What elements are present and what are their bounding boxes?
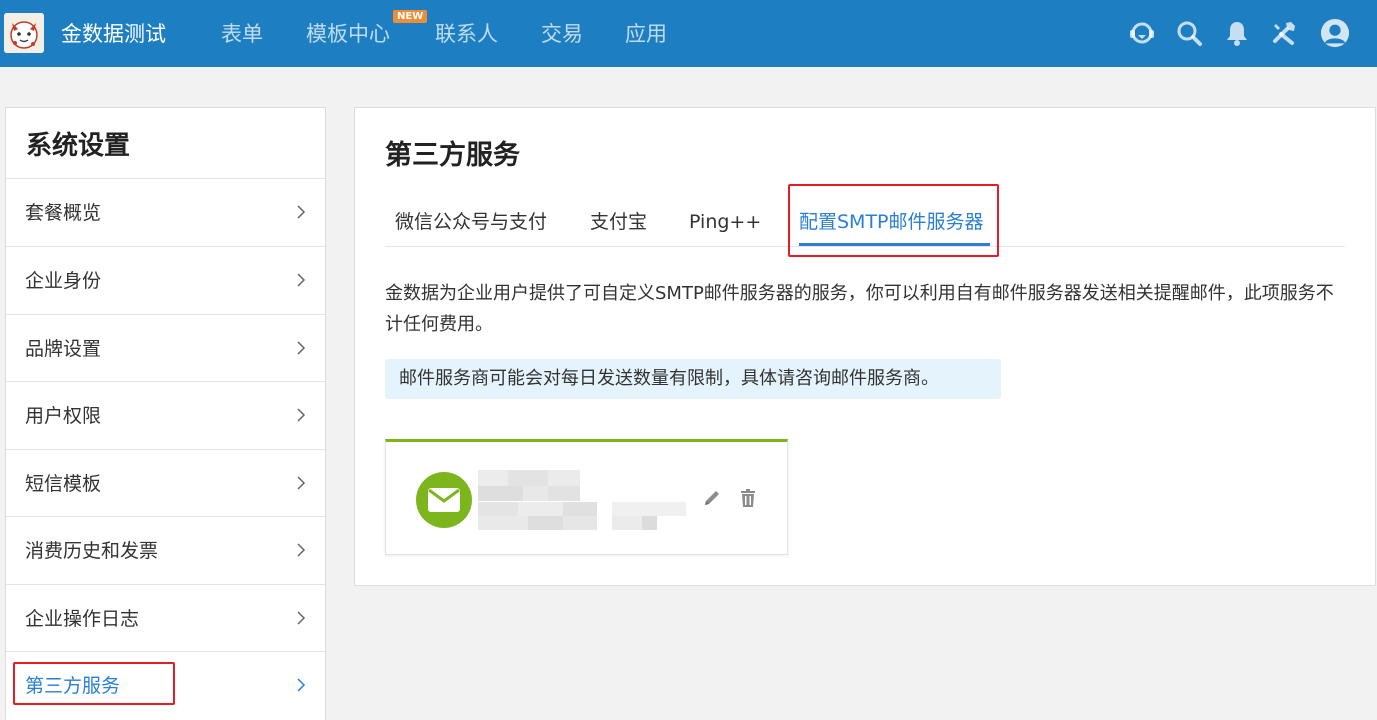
- highlight-box: [788, 184, 999, 257]
- edit-icon[interactable]: [700, 486, 724, 510]
- bell-icon[interactable]: [1222, 18, 1252, 48]
- mail-icon: [416, 472, 472, 528]
- nav-template-center[interactable]: 模板中心: [306, 19, 390, 49]
- nav-forms[interactable]: 表单: [221, 19, 263, 49]
- sidebar-item-brand-settings[interactable]: 品牌设置: [6, 314, 325, 382]
- tab-pingpp[interactable]: Ping++: [689, 206, 761, 238]
- smtp-description: 金数据为企业用户提供了可自定义SMTP邮件服务器的服务，你可以利用自有邮件服务器…: [385, 283, 1334, 335]
- sidebar-item-label: 企业身份: [25, 270, 102, 292]
- sidebar-item-label: 品牌设置: [25, 338, 102, 360]
- highlight-box: [13, 662, 175, 705]
- sidebar-item-billing-history[interactable]: 消费历史和发票: [6, 516, 325, 584]
- chevron-right-icon: [297, 341, 306, 355]
- chevron-right-icon: [297, 476, 306, 490]
- nav-apps[interactable]: 应用: [625, 19, 667, 49]
- chevron-right-icon: [297, 408, 306, 422]
- sidebar-item-label: 套餐概览: [25, 202, 102, 224]
- app-name[interactable]: 金数据测试: [61, 19, 166, 49]
- new-badge: NEW: [393, 10, 428, 23]
- user-avatar-icon[interactable]: [1320, 18, 1350, 48]
- sidebar-item-label: 短信模板: [25, 473, 102, 495]
- chevron-right-icon: [297, 678, 306, 692]
- sidebar-item-label: 企业操作日志: [25, 608, 140, 630]
- top-navbar: 金数据测试 表单 模板中心 NEW 联系人 交易 应用: [0, 0, 1377, 67]
- notice-banner: 邮件服务商可能会对每日发送数量有限制，具体请咨询邮件服务商。: [385, 359, 1001, 399]
- page-title: 第三方服务: [385, 140, 520, 171]
- nav-contacts[interactable]: 联系人: [435, 19, 498, 49]
- delete-icon[interactable]: [736, 486, 760, 510]
- sidebar-item-user-permissions[interactable]: 用户权限: [6, 381, 325, 449]
- support-icon[interactable]: [1127, 18, 1157, 48]
- sidebar-item-label: 用户权限: [25, 405, 102, 427]
- chevron-right-icon: [297, 611, 306, 625]
- chevron-right-icon: [297, 205, 306, 219]
- search-icon[interactable]: [1174, 18, 1204, 48]
- sidebar-item-enterprise-identity[interactable]: 企业身份: [6, 246, 325, 314]
- sidebar-title: 系统设置: [26, 131, 131, 161]
- sidebar-item-operation-log[interactable]: 企业操作日志: [6, 584, 325, 652]
- tools-icon[interactable]: [1269, 18, 1299, 48]
- app-logo[interactable]: [4, 13, 44, 53]
- chevron-right-icon: [297, 273, 306, 287]
- sidebar-item-label: 消费历史和发票: [25, 540, 159, 562]
- sidebar-item-plan-overview[interactable]: 套餐概览: [6, 178, 325, 246]
- chevron-right-icon: [297, 543, 306, 557]
- settings-sidebar: 系统设置 套餐概览 企业身份 品牌设置 用户权限 短信模板 消费历史和发票 企业…: [5, 107, 326, 720]
- nav-transactions[interactable]: 交易: [541, 19, 583, 49]
- tab-wechat[interactable]: 微信公众号与支付: [395, 206, 547, 238]
- sidebar-item-sms-templates[interactable]: 短信模板: [6, 449, 325, 517]
- tab-alipay[interactable]: 支付宝: [590, 206, 647, 238]
